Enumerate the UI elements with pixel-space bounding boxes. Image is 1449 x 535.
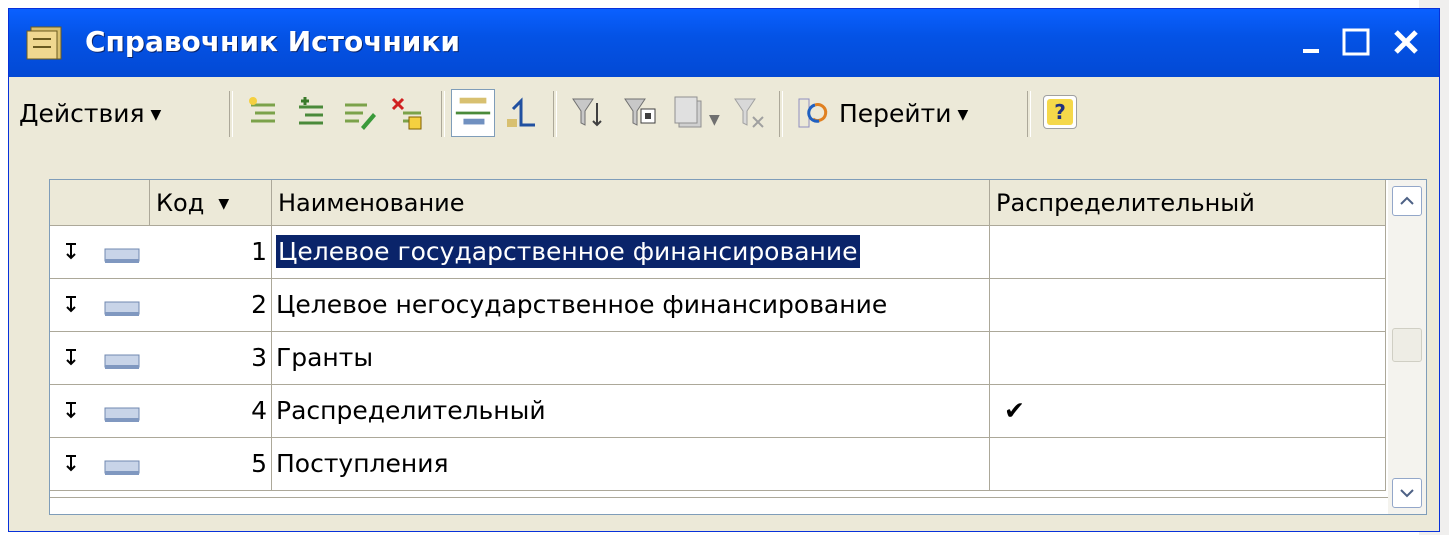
name-text: Гранты — [276, 343, 374, 372]
vertical-scrollbar[interactable] — [1388, 180, 1426, 514]
grid-bottom-line — [50, 497, 1388, 498]
add-icon[interactable] — [245, 95, 281, 131]
dropdown-arrow-icon[interactable]: ▼ — [709, 105, 720, 135]
name-text: Распределительный — [276, 396, 546, 425]
name-cell[interactable]: Целевое государственное финансирование — [272, 226, 990, 279]
code-cell[interactable]: 3 — [150, 332, 272, 385]
code-cell[interactable]: 5 — [150, 438, 272, 491]
toolbar-separator — [441, 91, 445, 137]
catalog-icon — [26, 26, 62, 60]
delete-icon[interactable] — [389, 95, 425, 131]
toolbar-separator — [779, 91, 783, 137]
expand-arrow-icon[interactable] — [64, 452, 78, 474]
distributive-cell[interactable] — [990, 438, 1386, 491]
filter-by-value-icon[interactable] — [623, 95, 659, 131]
catalog-window: Справочник Источники Действия ▼ ▼ Перейт… — [8, 8, 1440, 532]
table-row[interactable]: 4 Распределительный ✔ — [50, 385, 1388, 438]
name-cell[interactable]: Целевое негосударственное финансирование — [272, 279, 990, 332]
clear-filter-icon[interactable] — [731, 95, 767, 131]
scroll-thumb[interactable] — [1392, 328, 1422, 362]
up-level-icon[interactable] — [505, 95, 541, 131]
group-folder-icon — [104, 460, 140, 475]
scroll-up-button[interactable] — [1392, 186, 1422, 216]
scroll-down-button[interactable] — [1392, 478, 1422, 508]
actions-label: Действия — [19, 99, 145, 128]
filter-history-icon[interactable] — [673, 95, 709, 131]
name-cell[interactable]: Поступления — [272, 438, 990, 491]
table-row[interactable]: 1 Целевое государственное финансирование — [50, 226, 1388, 279]
add-group-icon[interactable] — [293, 95, 329, 131]
expand-arrow-icon[interactable] — [64, 399, 78, 421]
toolbar-separator — [229, 91, 233, 137]
table-row[interactable]: 2 Целевое негосударственное финансировани… — [50, 279, 1388, 332]
table-row[interactable]: 5 Поступления — [50, 438, 1388, 491]
help-icon: ? — [1047, 99, 1073, 125]
title-bar[interactable]: Справочник Источники — [9, 9, 1439, 77]
table-row[interactable]: 3 Гранты — [50, 332, 1388, 385]
header-distributive-label: Распределительный — [996, 189, 1255, 217]
name-cell[interactable]: Гранты — [272, 332, 990, 385]
row-icon-cell — [50, 279, 150, 332]
name-text: Поступления — [276, 449, 449, 478]
header-distributive[interactable]: Распределительный — [990, 180, 1386, 226]
navigate-label: Перейти — [839, 99, 952, 128]
toolbar: Действия ▼ ▼ Перейти ▼ ? — [13, 81, 1433, 147]
window-title: Справочник Источники — [85, 25, 461, 58]
maximize-icon[interactable] — [1339, 25, 1373, 59]
name-text: Целевое негосударственное финансирование — [276, 290, 888, 319]
chevron-down-icon — [1400, 489, 1414, 498]
header-name-label: Наименование — [278, 189, 465, 217]
header-name[interactable]: Наименование — [272, 180, 990, 226]
refresh-icon[interactable] — [797, 95, 833, 131]
minimize-icon[interactable] — [1297, 25, 1331, 59]
expand-arrow-icon[interactable] — [64, 346, 78, 368]
name-text: Целевое государственное финансирование — [275, 234, 861, 269]
hierarchy-view-icon[interactable] — [451, 89, 495, 137]
dropdown-arrow-icon: ▼ — [957, 107, 969, 123]
group-folder-icon — [104, 248, 140, 263]
distributive-cell[interactable] — [990, 279, 1386, 332]
sort-arrow-icon: ▼ — [218, 196, 230, 212]
header-code-label: Код — [156, 189, 205, 217]
navigate-menu[interactable]: Перейти ▼ — [839, 99, 968, 130]
group-folder-icon — [104, 301, 140, 316]
distributive-cell[interactable] — [990, 226, 1386, 279]
catalog-table: Код ▼ Наименование Распределительный 1 Цел… — [49, 179, 1427, 515]
row-icon-cell — [50, 226, 150, 279]
group-folder-icon — [104, 407, 140, 422]
help-button[interactable]: ? — [1043, 95, 1077, 129]
code-cell[interactable]: 2 — [150, 279, 272, 332]
close-icon[interactable] — [1389, 25, 1423, 59]
expand-arrow-icon[interactable] — [64, 293, 78, 315]
code-cell[interactable]: 4 — [150, 385, 272, 438]
name-cell[interactable]: Распределительный — [272, 385, 990, 438]
row-icon-cell — [50, 385, 150, 438]
dropdown-arrow-icon: ▼ — [150, 107, 162, 123]
code-cell[interactable]: 1 — [150, 226, 272, 279]
expand-arrow-icon[interactable] — [64, 240, 78, 262]
toolbar-separator — [1027, 91, 1031, 137]
row-icon-cell — [50, 332, 150, 385]
edit-icon[interactable] — [341, 95, 377, 131]
header-code[interactable]: Код ▼ — [150, 180, 272, 226]
filter-icon[interactable] — [569, 95, 605, 131]
actions-menu[interactable]: Действия ▼ — [19, 99, 161, 130]
group-folder-icon — [104, 354, 140, 369]
toolbar-separator — [553, 91, 557, 137]
row-icon-cell — [50, 438, 150, 491]
distributive-cell[interactable]: ✔ — [990, 385, 1386, 438]
chevron-up-icon — [1400, 196, 1414, 205]
distributive-cell[interactable] — [990, 332, 1386, 385]
header-icon-column — [50, 180, 150, 226]
